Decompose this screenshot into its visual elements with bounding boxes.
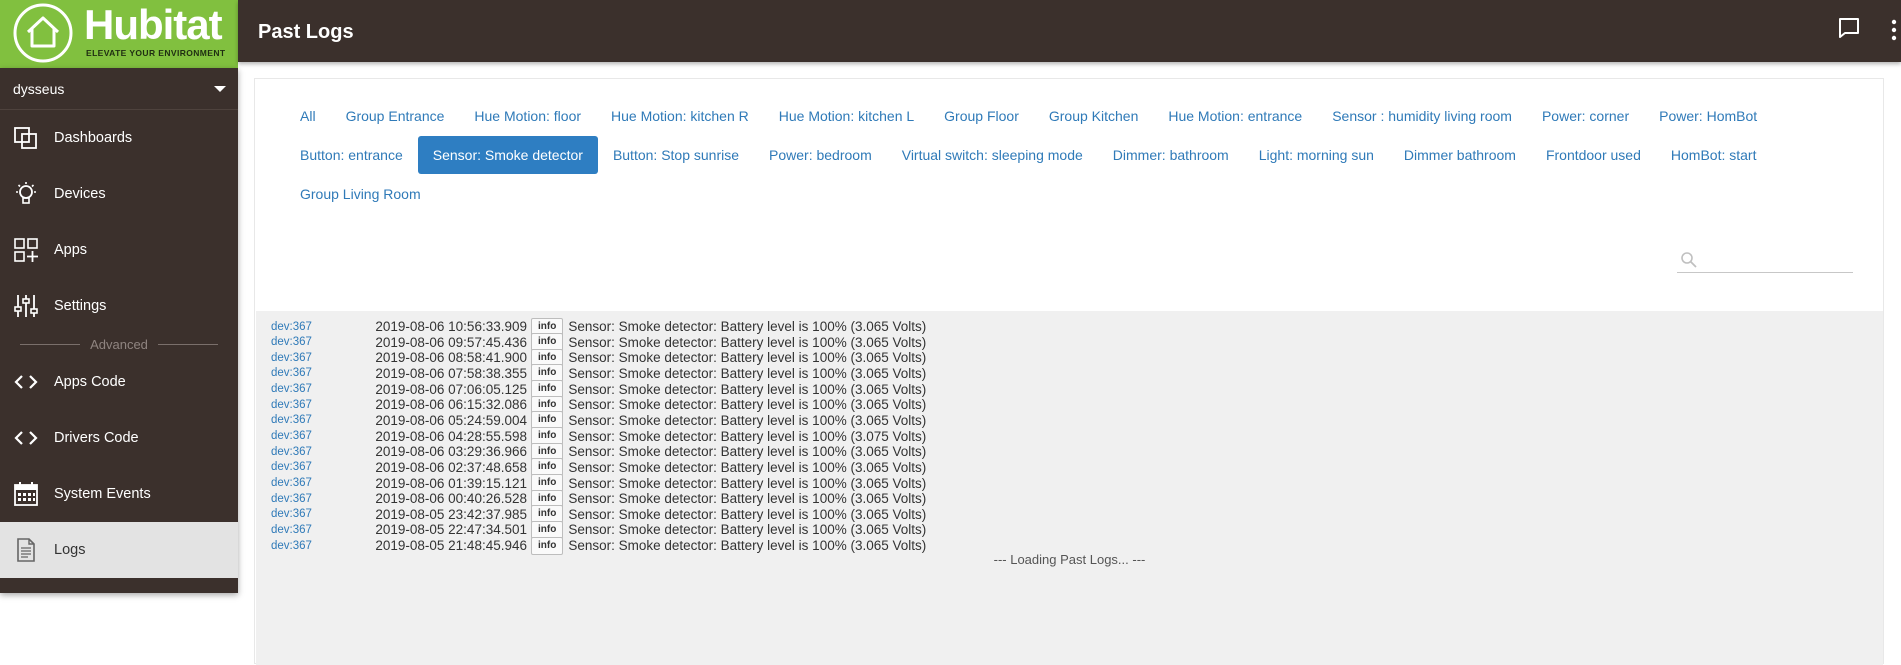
sidebar-item-label: Dashboards bbox=[54, 130, 133, 146]
log-device-link[interactable]: dev:367 bbox=[271, 399, 371, 411]
tab-power-corner[interactable]: Power: corner bbox=[1527, 97, 1644, 135]
document-icon bbox=[13, 537, 39, 563]
sidebar-item-apps[interactable]: Apps bbox=[0, 222, 238, 278]
log-filter-tabs: All Group Entrance Hue Motion: floor Hue Mo… bbox=[285, 97, 1855, 213]
sidebar-item-label: System Events bbox=[54, 486, 151, 502]
logs-card: All Group Entrance Hue Motion: floor Hue Mo… bbox=[254, 78, 1884, 665]
tab-sensor-smoke-detector[interactable]: Sensor: Smoke detector bbox=[417, 136, 598, 174]
log-device-link[interactable]: dev:367 bbox=[271, 540, 371, 552]
log-device-link[interactable]: dev:367 bbox=[271, 383, 371, 395]
log-device-link[interactable]: dev:367 bbox=[271, 477, 371, 489]
code-icon bbox=[13, 425, 39, 451]
sidebar-item-label: Apps bbox=[54, 242, 88, 258]
log-device-link[interactable]: dev:367 bbox=[271, 321, 371, 333]
user-menu[interactable]: dysseus bbox=[0, 68, 238, 110]
tab-virtual-switch-sleeping-mode[interactable]: Virtual switch: sleeping mode bbox=[887, 136, 1098, 174]
sidebar-item-label: Settings bbox=[54, 298, 107, 314]
sidebar-item-system-events[interactable]: System Events bbox=[0, 466, 238, 522]
tab-button-stop-sunrise[interactable]: Button: Stop sunrise bbox=[598, 136, 754, 174]
brand-name: Hubitat bbox=[84, 1, 223, 48]
apps-icon bbox=[13, 237, 39, 263]
tab-group-kitchen[interactable]: Group Kitchen bbox=[1034, 97, 1154, 135]
user-name: dysseus bbox=[13, 80, 65, 97]
code-icon bbox=[13, 369, 39, 395]
tab-group-entrance[interactable]: Group Entrance bbox=[331, 97, 460, 135]
tab-hue-motion-kitchen-l[interactable]: Hue Motion: kitchen L bbox=[764, 97, 929, 135]
sidebar-item-dashboards[interactable]: Dashboards bbox=[0, 110, 238, 166]
log-device-link[interactable]: dev:367 bbox=[271, 430, 371, 442]
sidebar-item-devices[interactable]: Devices bbox=[0, 166, 238, 222]
tab-power-hombot[interactable]: Power: HomBot bbox=[1644, 97, 1772, 135]
tab-hombot-start[interactable]: HomBot: start bbox=[1656, 136, 1772, 174]
sidebar-item-label: Devices bbox=[54, 186, 106, 202]
search-box[interactable] bbox=[1677, 247, 1853, 273]
log-device-link[interactable]: dev:367 bbox=[271, 508, 371, 520]
sidebar-item-drivers-code[interactable]: Drivers Code bbox=[0, 410, 238, 466]
search-input[interactable] bbox=[1701, 249, 1851, 269]
sidebar-item-apps-code[interactable]: Apps Code bbox=[0, 354, 238, 410]
more-vert-icon[interactable] bbox=[1889, 18, 1899, 42]
tab-group-living-room[interactable]: Group Living Room bbox=[285, 175, 436, 213]
log-device-link[interactable]: dev:367 bbox=[271, 461, 371, 473]
tab-sensor-humidity-living-room[interactable]: Sensor : humidity living room bbox=[1317, 97, 1527, 135]
caret-down-icon bbox=[214, 85, 226, 92]
log-device-link[interactable]: dev:367 bbox=[271, 352, 371, 364]
tab-all[interactable]: All bbox=[285, 97, 331, 135]
log-device-link[interactable]: dev:367 bbox=[271, 493, 371, 505]
chat-icon[interactable] bbox=[1837, 16, 1861, 40]
log-list: dev:367 2019-08-06 10:56:33.909 info Sensor… bbox=[256, 311, 1883, 665]
loading-status: --- Loading Past Logs... --- bbox=[993, 551, 1146, 567]
top-bar: Past Logs bbox=[238, 0, 1901, 62]
tab-button-entrance[interactable]: Button: entrance bbox=[285, 136, 418, 174]
brand-tagline: ELEVATE YOUR ENVIRONMENT bbox=[86, 48, 226, 58]
tab-hue-motion-floor[interactable]: Hue Motion: floor bbox=[459, 97, 596, 135]
log-device-link[interactable]: dev:367 bbox=[271, 446, 371, 458]
tab-frontdoor-used[interactable]: Frontdoor used bbox=[1531, 136, 1656, 174]
tab-group-floor[interactable]: Group Floor bbox=[929, 97, 1034, 135]
bulb-icon bbox=[13, 181, 39, 207]
sidebar-item-label: Logs bbox=[54, 542, 86, 558]
sidebar-item-logs[interactable]: Logs bbox=[0, 522, 238, 578]
calendar-icon bbox=[13, 481, 39, 507]
tab-dimmer-bathroom[interactable]: Dimmer bathroom bbox=[1389, 136, 1531, 174]
advanced-label: Advanced bbox=[90, 336, 148, 352]
log-device-link[interactable]: dev:367 bbox=[271, 336, 371, 348]
log-device-link[interactable]: dev:367 bbox=[271, 367, 371, 379]
log-device-link[interactable]: dev:367 bbox=[271, 414, 371, 426]
tab-hue-motion-kitchen-r[interactable]: Hue Motion: kitchen R bbox=[596, 97, 764, 135]
tab-light-morning-sun[interactable]: Light: morning sun bbox=[1244, 136, 1389, 174]
search-icon bbox=[1681, 252, 1697, 268]
tab-hue-motion-entrance[interactable]: Hue Motion: entrance bbox=[1153, 97, 1317, 135]
log-device-link[interactable]: dev:367 bbox=[271, 524, 371, 536]
tab-power-bedroom[interactable]: Power: bedroom bbox=[754, 136, 887, 174]
hubitat-logo-icon bbox=[13, 3, 73, 63]
brand-logo[interactable]: Hubitat ELEVATE YOUR ENVIRONMENT bbox=[0, 0, 238, 68]
sidebar-item-label: Drivers Code bbox=[54, 430, 139, 446]
advanced-separator: Advanced bbox=[0, 334, 238, 354]
page-title: Past Logs bbox=[258, 21, 354, 43]
sidebar: dysseus Dashboards Devices Apps Settings… bbox=[0, 68, 238, 593]
sliders-icon bbox=[13, 293, 39, 319]
sidebar-item-settings[interactable]: Settings bbox=[0, 278, 238, 334]
tab-dimmer-bathroom[interactable]: Dimmer: bathroom bbox=[1098, 136, 1244, 174]
dashboards-icon bbox=[13, 125, 39, 151]
sidebar-item-label: Apps Code bbox=[54, 374, 126, 390]
